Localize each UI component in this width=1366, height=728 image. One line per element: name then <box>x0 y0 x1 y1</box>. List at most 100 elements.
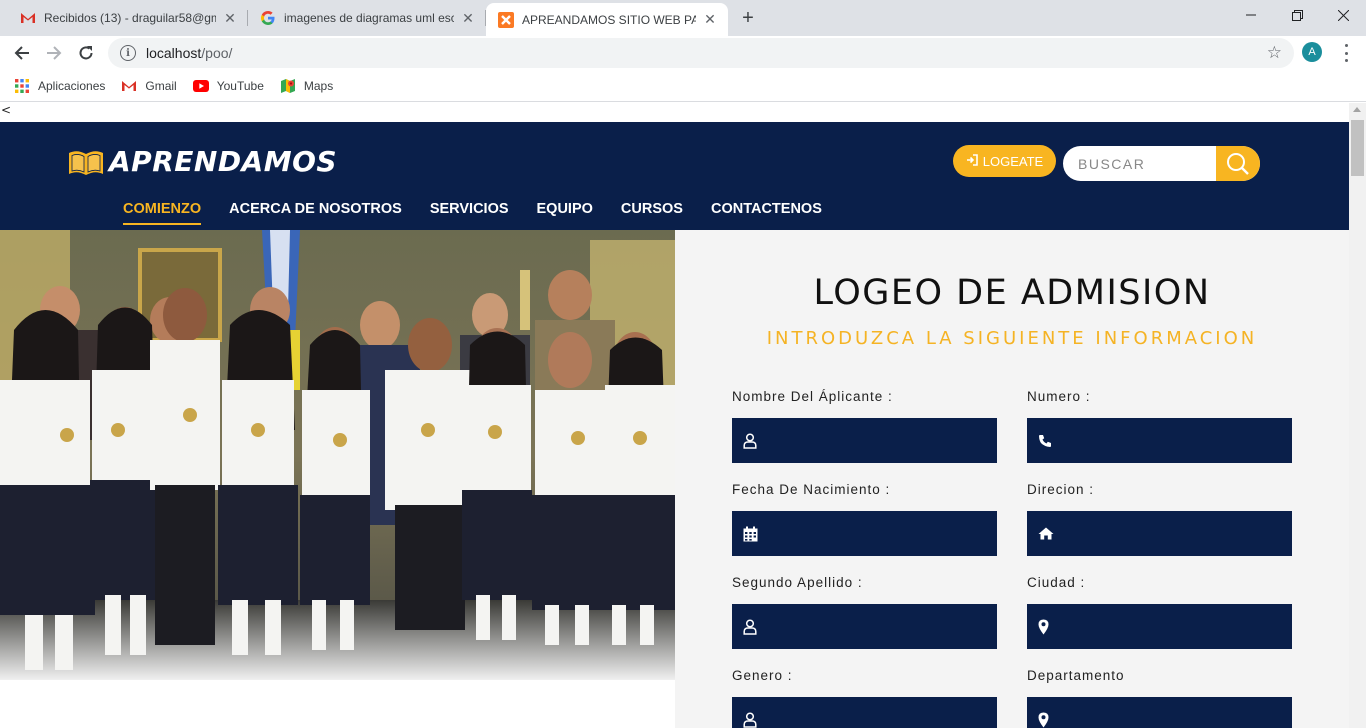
field-label: Segundo Apellido : <box>732 575 863 590</box>
bookmark-label: Gmail <box>145 78 177 93</box>
sign-in-icon <box>966 153 978 169</box>
back-button[interactable] <box>8 39 36 67</box>
main-nav: COMIENZO ACERCA DE NOSOTROS SERVICIOS EQ… <box>123 201 850 225</box>
phone-icon <box>1039 434 1051 447</box>
site-header: APRENDAMOS LOGEATE COMIENZO ACERCA DE NO… <box>0 122 1349 230</box>
field-segundo-apellido: Segundo Apellido : <box>732 575 997 649</box>
xampp-icon <box>498 11 514 28</box>
field-label: Nombre Del Áplicante : <box>732 389 893 404</box>
forward-button[interactable] <box>40 39 68 67</box>
field-label: Numero : <box>1027 389 1091 404</box>
segundo-apellido-input[interactable] <box>732 604 997 649</box>
tab-title: Recibidos (13) - draguilar58@gm <box>44 11 216 25</box>
ciudad-input[interactable] <box>1027 604 1292 649</box>
nav-item-acerca[interactable]: ACERCA DE NOSOTROS <box>229 201 402 225</box>
bookmark-maps[interactable]: Maps <box>280 78 333 94</box>
admission-panel: LOGEO DE ADMISION INTRODUZCA LA SIGUIENT… <box>675 230 1349 728</box>
page-viewport: < APRENDAMOS LOGEATE COMIENZO A <box>0 103 1349 728</box>
stray-text: < <box>1 103 12 117</box>
tab-gmail[interactable]: Recibidos (13) - draguilar58@gm ✕ <box>8 0 248 36</box>
home-icon <box>1038 527 1054 540</box>
login-button[interactable]: LOGEATE <box>953 145 1056 177</box>
tab-title: imagenes de diagramas uml escu <box>284 11 454 25</box>
page-scrollbar[interactable] <box>1349 103 1366 728</box>
search-box <box>1063 146 1260 181</box>
nav-item-contactenos[interactable]: CONTACTENOS <box>711 201 822 225</box>
user-icon <box>743 432 757 449</box>
bookmark-youtube[interactable]: YouTube <box>192 78 264 94</box>
close-window-button[interactable] <box>1320 0 1366 30</box>
tab-google[interactable]: imagenes de diagramas uml escu ✕ <box>248 0 486 36</box>
apps-grid-icon <box>14 78 30 94</box>
nombre-input[interactable] <box>732 418 997 463</box>
close-tab-icon[interactable]: ✕ <box>460 10 476 26</box>
field-label: Ciudad : <box>1027 575 1086 590</box>
field-label: Departamento <box>1027 668 1125 683</box>
calendar-icon <box>743 526 758 541</box>
close-tab-icon[interactable]: ✕ <box>222 10 238 26</box>
tab-title: APREANDAMOS SITIO WEB PARA <box>522 12 696 27</box>
scroll-thumb[interactable] <box>1351 120 1364 176</box>
form-subtitle: INTRODUZCA LA SIGUIENTE INFORMACION <box>766 328 1258 349</box>
fecha-input[interactable] <box>732 511 997 556</box>
nav-item-comienzo[interactable]: COMIENZO <box>123 201 202 225</box>
address-bar[interactable]: i localhost/poo/ ☆ <box>108 38 1294 68</box>
field-departamento: Departamento <box>1027 668 1292 728</box>
field-label: Fecha De Nacimiento : <box>732 482 891 497</box>
user-icon <box>743 711 757 728</box>
browser-tab-strip: Recibidos (13) - draguilar58@gm ✕ imagen… <box>0 0 1366 36</box>
field-label: Direcion : <box>1027 482 1095 497</box>
field-ciudad: Ciudad : <box>1027 575 1292 649</box>
restore-button[interactable] <box>1274 0 1320 30</box>
search-button[interactable] <box>1216 146 1260 181</box>
map-marker-icon <box>1038 712 1049 727</box>
field-label: Genero : <box>732 668 793 683</box>
direccion-input[interactable] <box>1027 511 1292 556</box>
numero-input[interactable] <box>1027 418 1292 463</box>
browser-toolbar: i localhost/poo/ ☆ A <box>0 36 1366 70</box>
site-logo[interactable]: APRENDAMOS <box>67 145 337 178</box>
new-tab-button[interactable]: + <box>736 6 760 30</box>
google-icon <box>260 10 276 26</box>
bookmark-gmail[interactable]: Gmail <box>121 78 177 94</box>
field-genero: Genero : <box>732 668 997 728</box>
url-host: localhost <box>146 45 202 61</box>
bookmark-star-icon[interactable]: ☆ <box>1267 43 1282 63</box>
students-photo <box>0 230 675 680</box>
maps-icon <box>280 78 296 94</box>
nav-item-equipo[interactable]: EQUIPO <box>537 201 593 225</box>
profile-avatar[interactable]: A <box>1302 42 1322 62</box>
field-fecha: Fecha De Nacimiento : <box>732 482 997 556</box>
youtube-icon <box>192 78 209 94</box>
bookmark-label: Maps <box>303 78 334 93</box>
bookmarks-bar: Aplicaciones Gmail YouTube Maps <box>0 70 1366 102</box>
search-input[interactable] <box>1063 146 1216 181</box>
field-numero: Numero : <box>1027 389 1292 463</box>
scroll-up-arrow-icon[interactable] <box>1353 107 1361 112</box>
minimize-button[interactable] <box>1228 0 1274 30</box>
bookmark-label: YouTube <box>216 78 264 93</box>
form-title: LOGEO DE ADMISION <box>813 273 1211 313</box>
field-nombre: Nombre Del Áplicante : <box>732 389 997 463</box>
bookmark-apps[interactable]: Aplicaciones <box>14 78 105 94</box>
url-text: localhost/poo/ <box>146 45 232 61</box>
reload-button[interactable] <box>72 39 100 67</box>
search-icon <box>1227 152 1249 175</box>
gmail-icon <box>20 10 36 26</box>
browser-menu-icon[interactable] <box>1338 44 1354 62</box>
brand-name: APRENDAMOS <box>109 145 338 178</box>
gmail-icon <box>121 78 137 94</box>
map-marker-icon <box>1038 619 1049 634</box>
genero-input[interactable] <box>732 697 997 728</box>
departamento-input[interactable] <box>1027 697 1292 728</box>
bookmark-label: Aplicaciones <box>38 78 106 93</box>
nav-item-servicios[interactable]: SERVICIOS <box>430 201 509 225</box>
field-direccion: Direcion : <box>1027 482 1292 556</box>
nav-item-cursos[interactable]: CURSOS <box>621 201 683 225</box>
login-label: LOGEATE <box>982 153 1044 169</box>
user-icon <box>743 618 757 635</box>
close-tab-icon[interactable]: ✕ <box>702 11 718 28</box>
tab-aprendamos[interactable]: APREANDAMOS SITIO WEB PARA ✕ <box>486 3 728 36</box>
open-book-icon <box>69 150 103 175</box>
site-info-icon[interactable]: i <box>120 45 136 61</box>
